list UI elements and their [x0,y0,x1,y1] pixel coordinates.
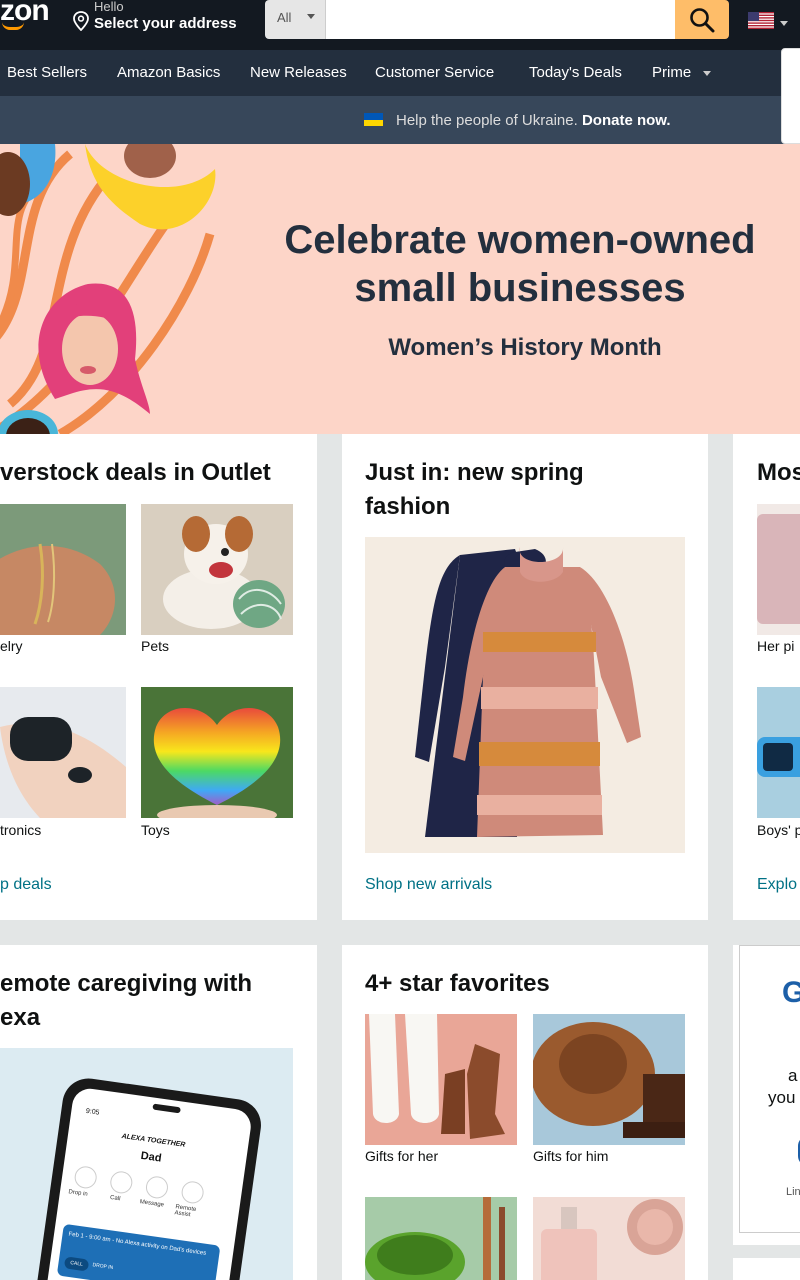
tile-gifts-for-her-label[interactable]: Gifts for her [365,1148,438,1164]
tile-pets-label[interactable]: Pets [141,638,169,654]
card-spring-fashion: Just in: new spring fashion Shop new arri… [342,434,708,920]
nav-customer-service[interactable]: Customer Service [375,64,494,81]
nav-prime[interactable]: Prime [652,64,691,81]
card-outlet-title: verstock deals in Outlet [0,459,271,486]
tile-electronics-label[interactable]: tronics [0,822,41,838]
alert-call-button[interactable]: CALL [63,1256,90,1272]
message-icon[interactable] [144,1174,170,1200]
hero-title-line1: Celebrate women-owned [284,218,756,262]
cookware-image [365,1197,517,1280]
select-address-label: Select your address [94,15,237,32]
card-caregiving-title: emote caregiving with exa [0,967,252,1035]
search-icon [690,8,715,33]
alexa-together-image[interactable]: 9:05 ALEXA TOGETHER Dad Drop in Call Mes… [0,1048,293,1280]
tile-jewelry-label[interactable]: elry [0,638,23,654]
top-header: zon Hello Select your address All [0,0,800,50]
ukraine-flag-icon [364,113,383,126]
card-right-1-title: Mos [757,459,800,486]
tile-kitchen[interactable] [365,1197,517,1280]
explore-link[interactable]: Explo [757,876,797,894]
tile-boys[interactable] [757,687,800,818]
spring-fashion-image[interactable] [365,537,685,853]
prime-caret-icon[interactable] [703,71,711,76]
smartwatch-image [757,687,800,818]
alert-drop-in-button[interactable]: DROP IN [92,1262,113,1271]
nav-todays-deals[interactable]: Today's Deals [529,64,622,81]
card-caregiving-title-line2: exa [0,1004,41,1031]
card-right-2-inner[interactable]: G a you Lin [739,945,800,1233]
card-spring-title: Just in: new spring fashion [365,456,584,524]
earbuds-image [0,687,126,818]
hero-banner[interactable]: Celebrate women-owned small businesses Wo… [0,144,800,434]
ukraine-message[interactable]: Help the people of Ukraine. Donate now. [396,112,671,129]
card-right-2-line2: you [768,1088,796,1107]
tile-gifts-for-him[interactable] [533,1014,685,1145]
women-faces-illustration [0,144,216,434]
tile-beauty[interactable] [533,1197,685,1280]
logo-smile-icon [2,22,24,30]
tile-jewelry[interactable] [0,504,126,635]
nav-amazon-basics[interactable]: Amazon Basics [117,64,220,81]
card-right-2-letter: G [782,976,800,1009]
message-label: Message [139,1199,165,1209]
ukraine-banner: Help the people of Ukraine. Donate now. [0,96,800,144]
hat-image [533,1014,685,1145]
hero-subtitle: Women’s History Month [388,334,662,361]
nav-best-sellers[interactable]: Best Sellers [7,64,87,81]
search-button[interactable] [675,0,729,39]
search-category-dropdown[interactable]: All [265,0,326,39]
card-right-3 [733,1258,800,1280]
card-star-favorites: 4+ star favorites Gifts for her Gifts fo… [342,945,708,1280]
account-popover [781,48,800,144]
ukraine-text: Help the people of Ukraine. [396,112,578,129]
pop-it-toy-image [141,687,293,818]
card-caregiving: emote caregiving with exa 9:05 ALEXA TOGE… [0,945,317,1280]
card-right-2-line3: Lin [786,1186,800,1198]
card-caregiving-title-line1: emote caregiving with [0,970,253,997]
drop-in-label: Drop in [68,1189,89,1198]
hero-title-line2: small businesses [354,266,686,310]
card-spring-title-line1: Just in: new spring [365,459,584,486]
call-label: Call [109,1194,121,1203]
shop-deals-link[interactable]: p deals [0,876,52,894]
nav-new-releases[interactable]: New Releases [250,64,347,81]
nav-bar: Best Sellers Amazon Basics New Releases … [0,50,800,96]
tile-toys-label[interactable]: Toys [141,822,170,838]
tile-gifts-for-her[interactable] [365,1014,517,1145]
tile-toys[interactable] [141,687,293,818]
donate-now-link[interactable]: Donate now. [582,112,671,129]
call-icon[interactable] [108,1169,134,1195]
remote-assist-icon[interactable] [180,1179,206,1205]
tile-her-picks[interactable] [757,504,800,635]
hello-label: Hello [94,0,124,14]
shop-new-arrivals-link[interactable]: Shop new arrivals [365,876,492,894]
card-favorites-title: 4+ star favorites [365,970,550,997]
perfume-image [533,1197,685,1280]
card-right-1: Mos Her pi Boys' p Explo [733,434,800,920]
tile-electronics[interactable] [0,687,126,818]
tile-pets[interactable] [141,504,293,635]
search-category-label: All [277,10,292,25]
shoes-image [365,1014,517,1145]
language-caret-icon[interactable] [780,21,788,26]
tile-boys-label[interactable]: Boys' p [757,822,800,838]
remote-assist-label: Remote Assist [174,1204,197,1219]
card-outlet: verstock deals in Outlet elry Pets troni… [0,434,317,920]
dog-image [141,504,293,635]
hero-title: Celebrate women-owned small businesses [240,216,800,312]
tile-gifts-for-him-label[interactable]: Gifts for him [533,1148,608,1164]
dresses-image [365,537,685,853]
caret-down-icon [307,14,315,19]
us-flag-icon[interactable] [748,12,774,29]
tile-her-picks-label[interactable]: Her pi [757,638,794,654]
search-input[interactable] [326,0,675,39]
card-spring-title-line2: fashion [365,493,451,520]
drop-in-icon[interactable] [73,1164,99,1190]
card-right-2: G a you Lin [733,945,800,1245]
card-right-2-line1: a [788,1066,798,1085]
jewelry-image [0,504,126,635]
location-pin-icon [73,11,89,31]
sweater-image [757,504,800,635]
